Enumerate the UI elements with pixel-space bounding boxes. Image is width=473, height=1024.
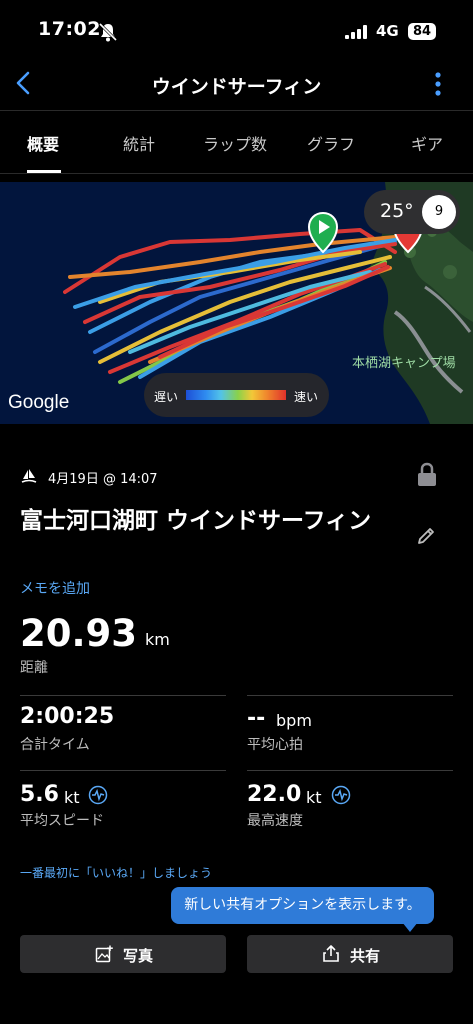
share-tooltip[interactable]: 新しい共有オプションを表示します。 <box>171 887 434 924</box>
tab-stats[interactable]: 統計 <box>123 131 155 155</box>
temperature: 25° <box>380 200 414 222</box>
google-logo: Google <box>8 392 70 413</box>
network-type: 4G <box>376 22 399 40</box>
stat-divider <box>247 770 453 771</box>
nav-divider <box>0 110 473 111</box>
max-speed-unit: kt <box>306 788 322 807</box>
distance-value: 20.93 <box>20 612 138 655</box>
bell-off-icon <box>98 22 118 42</box>
windsurf-icon <box>21 469 37 483</box>
total-time-label: 合計タイム <box>20 737 90 753</box>
tab-gear[interactable]: ギア <box>411 131 443 155</box>
share-icon <box>323 945 339 962</box>
add-memo-link[interactable]: メモを追加 <box>20 578 90 598</box>
avg-hr-value: -- <box>247 706 266 731</box>
total-time-value: 2:00:25 <box>20 704 115 729</box>
avg-speed-label: 平均スピード <box>20 813 104 829</box>
avg-hr-label: 平均心拍 <box>247 737 303 753</box>
lock-icon[interactable] <box>416 462 438 488</box>
stat-divider <box>247 695 453 696</box>
page-title: ウインドサーフィン <box>151 76 322 98</box>
max-speed-value: 22.0 <box>247 782 302 807</box>
activity-date: 4月19日 @ 14:07 <box>48 472 158 487</box>
share-label: 共有 <box>350 947 381 965</box>
distance-label: 距離 <box>20 660 48 676</box>
max-speed-label: 最高速度 <box>247 813 303 829</box>
legend-fast-label: 速い <box>294 390 319 404</box>
speed-info-icon[interactable] <box>88 785 108 805</box>
tab-laps[interactable]: ラップ数 <box>203 131 267 155</box>
status-time: 17:02 <box>38 18 101 40</box>
tab-overview[interactable]: 概要 <box>27 131 59 155</box>
like-prompt-link[interactable]: 一番最初に「いいね！」しましょう <box>20 864 212 881</box>
avg-speed-unit: kt <box>64 788 80 807</box>
avg-hr-unit: bpm <box>276 711 312 730</box>
more-vertical-icon[interactable] <box>434 72 442 96</box>
tabs-divider <box>0 173 473 174</box>
add-photo-icon <box>95 945 113 963</box>
stat-divider <box>20 770 226 771</box>
speed-info-icon[interactable] <box>331 785 351 805</box>
legend-slow-label: 遅い <box>154 390 179 404</box>
signal-icon <box>345 25 367 39</box>
activity-name: 富士河口湖町 ウインドサーフィン <box>20 508 372 534</box>
avg-speed-value: 5.6 <box>20 782 59 807</box>
place-label: 本栖湖キャンプ場 <box>352 356 456 371</box>
legend-gradient <box>186 390 286 400</box>
stat-divider <box>20 695 226 696</box>
tab-graph[interactable]: グラフ <box>307 131 355 155</box>
battery-icon: 84 <box>408 23 436 40</box>
tooltip-arrow <box>402 922 418 932</box>
edit-pencil-icon[interactable] <box>416 526 436 546</box>
add-photo-label: 写真 <box>123 947 154 965</box>
wind-speed-icon: 9 <box>422 195 456 229</box>
distance-unit: km <box>145 630 170 649</box>
